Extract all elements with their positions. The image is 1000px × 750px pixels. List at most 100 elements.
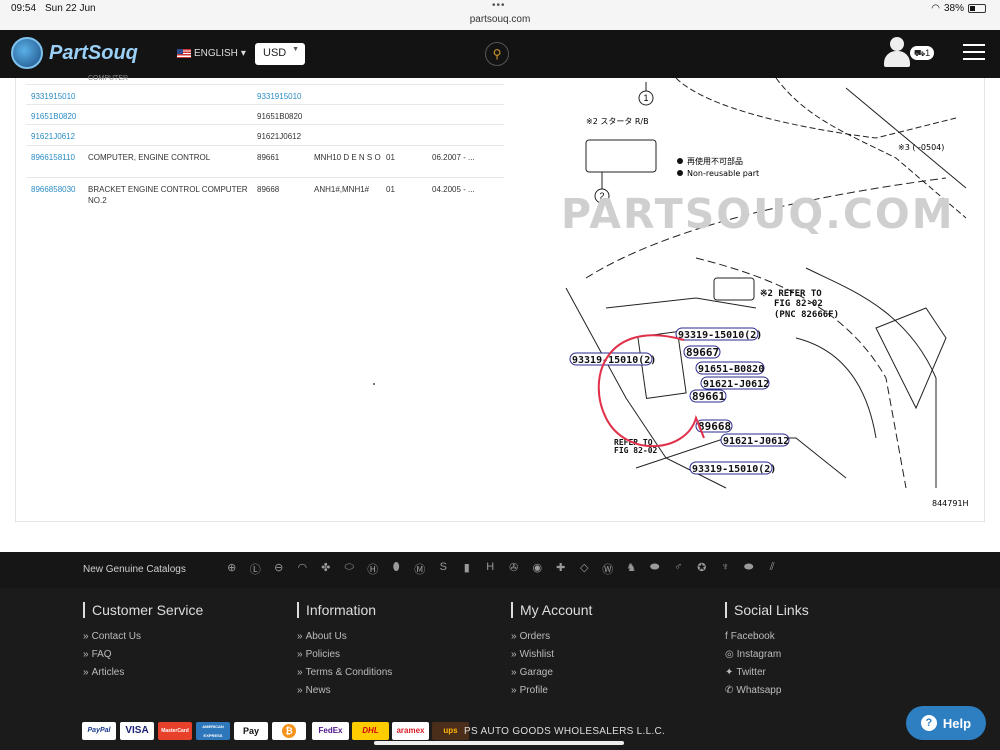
subaru-logo-icon[interactable]: ⬭	[338, 561, 362, 577]
volvo-logo-icon[interactable]: ♂	[667, 561, 691, 577]
chrysler-logo-icon[interactable]: ✪	[690, 561, 714, 577]
currency-select[interactable]: USD ▼	[255, 43, 305, 65]
footer-link-twitter[interactable]: ✦ Twitter	[725, 668, 809, 678]
callout-1: 1	[643, 93, 648, 103]
lexus-logo-icon[interactable]: Ⓛ	[244, 561, 268, 577]
address-url[interactable]: partsouq.com	[0, 14, 1000, 25]
logo-emblem-icon	[11, 37, 43, 69]
battery-icon	[968, 4, 986, 13]
parts-diagram[interactable]: 1 2 ※2 スタータ R/B ※3 ( -0504) 再使用不可部品 Non-…	[546, 77, 976, 518]
footer-heading: Information	[297, 602, 392, 618]
footer-my-account: My Account » Orders » Wishlist » Garage » Pr…	[511, 602, 592, 704]
mercedes-logo-icon[interactable]: ✇	[502, 561, 526, 577]
multitask-dots-icon[interactable]: •••	[492, 0, 506, 11]
user-account-icon[interactable]	[882, 37, 912, 71]
toyota-logo-icon[interactable]: ⊕	[220, 561, 244, 577]
aramex-logo: aramex	[392, 722, 429, 740]
battery-percent: 38%	[943, 3, 964, 14]
ios-status-bar: 09:54 Sun 22 Jun ••• partsouq.com ◠ 38%	[0, 0, 1000, 30]
twitter-icon: ✦	[725, 667, 734, 678]
infiniti-logo-icon[interactable]: ◠	[291, 561, 315, 577]
footer-link-whatsapp[interactable]: ✆ Whatsapp	[725, 686, 809, 696]
visa-logo: VISA	[120, 722, 154, 740]
volkswagen-logo-icon[interactable]: Ⓦ	[596, 561, 620, 577]
part-number-link[interactable]: 8966858030	[31, 184, 76, 195]
label-91621-b: 91621-J0612	[723, 436, 789, 447]
search-icon[interactable]: ⚲	[485, 42, 509, 66]
footer-link-facebook[interactable]: f Facebook	[725, 632, 809, 642]
status-right: ◠ 38%	[931, 3, 986, 14]
isuzu-logo-icon[interactable]: ⫽	[761, 561, 785, 577]
part-qty: 01	[386, 185, 395, 194]
footer-link-about[interactable]: » About Us	[297, 632, 392, 642]
footer-link-articles[interactable]: » Articles	[83, 668, 203, 678]
chevrolet-logo-icon[interactable]: ✚	[549, 561, 573, 577]
footer-link-instagram[interactable]: ◎ Instagram	[725, 650, 809, 660]
footer-link-wishlist[interactable]: » Wishlist	[511, 650, 592, 660]
part-code: 91651B0820	[257, 112, 303, 121]
hamburger-menu-icon[interactable]	[963, 44, 985, 62]
footer-link-orders[interactable]: » Orders	[511, 632, 592, 642]
footer-link-terms[interactable]: » Terms & Conditions	[297, 668, 392, 678]
peugeot-logo-icon[interactable]: ♞	[620, 561, 644, 577]
footer-link-news[interactable]: » News	[297, 686, 392, 696]
cart-button[interactable]: ⛟1	[910, 46, 934, 60]
footer-link-garage[interactable]: » Garage	[511, 668, 592, 678]
currency-value: USD	[263, 47, 287, 59]
partsouq-logo[interactable]: PartSouq	[11, 37, 138, 69]
footer-link-policies[interactable]: » Policies	[297, 650, 392, 660]
table-row[interactable]: 8966158110 COMPUTER, ENGINE CONTROL 8966…	[26, 145, 504, 177]
part-code: 89661	[257, 153, 280, 162]
part-name: COMPUTER, ENGINE CONTROL	[88, 153, 211, 162]
honda-logo-icon[interactable]: H	[479, 561, 503, 577]
renault-logo-icon[interactable]: ◇	[573, 561, 597, 577]
kia-logo-icon[interactable]: ⬮	[385, 561, 409, 577]
legend-jp: 再使用不可部品	[687, 156, 743, 166]
cart-icon: ⛟	[913, 48, 926, 58]
brand-logos: ⊕ Ⓛ ⊖ ◠ ✤ ⬭ Ⓗ ⬮ Ⓜ S ▮ H ✇ ◉ ✚ ◇ Ⓦ ♞ ⬬ ♂ …	[220, 561, 784, 577]
home-indicator[interactable]	[374, 741, 624, 745]
watermark-text: PARTSOUQ.COM	[561, 190, 955, 238]
part-number-link[interactable]: 9331915010	[31, 91, 76, 102]
footer-customer-service: Customer Service » Contact Us » FAQ » Artic…	[83, 602, 203, 686]
diagram-drawing: 1 2 ※2 スタータ R/B ※3 ( -0504) 再使用不可部品 Non-…	[565, 77, 969, 508]
part-code[interactable]: 9331915010	[257, 91, 302, 102]
part-number-link[interactable]: 8966158110	[31, 152, 75, 163]
table-row[interactable]: 8966858030 BRACKET ENGINE CONTROL COMPUT…	[26, 177, 504, 211]
footer-social: Social Links f Facebook ◎ Instagram ✦ Twitt…	[725, 602, 809, 704]
nissan-logo-icon[interactable]: ⊖	[267, 561, 291, 577]
bmw-logo-icon[interactable]: ◉	[526, 561, 550, 577]
part-name: BRACKET ENGINE CONTROL COMPUTER NO.2	[88, 185, 248, 205]
amex-logo: AMERICAN EXPRESS	[196, 722, 230, 740]
help-button[interactable]: ? Help	[906, 706, 986, 740]
gmc-logo-icon[interactable]: ▮	[455, 561, 479, 577]
footer-link-faq[interactable]: » FAQ	[83, 650, 203, 660]
language-selector[interactable]: ENGLISH ▾	[177, 48, 246, 59]
suzuki-logo-icon[interactable]: S	[432, 561, 456, 577]
citroen-logo-icon[interactable]: ♆	[714, 561, 738, 577]
mastercard-logo: MasterCard	[158, 722, 192, 740]
table-row[interactable]: 91651B0820 91651B0820	[26, 104, 504, 124]
payment-methods: PayPal VISA MasterCard AMERICAN EXPRESS …	[82, 722, 306, 740]
footer-link-profile[interactable]: » Profile	[511, 686, 592, 696]
mitsubishi-logo-icon[interactable]: ✤	[314, 561, 338, 577]
dodge-logo-icon[interactable]: ⬬	[737, 561, 761, 577]
part-number-link[interactable]: 91621J0612	[31, 131, 75, 142]
legend-en: Non-reusable part	[687, 169, 759, 178]
ford-logo-icon[interactable]: ⬬	[643, 561, 667, 577]
facebook-icon: f	[725, 631, 728, 642]
brands-label: New Genuine Catalogs	[83, 564, 186, 575]
label-91651: 91651-B0820	[698, 364, 764, 375]
wifi-icon: ◠	[931, 3, 940, 14]
table-row[interactable]: 91621J0612 91621J0612	[26, 124, 504, 145]
mazda-logo-icon[interactable]: Ⓜ	[408, 561, 432, 577]
label-89667: 89667	[686, 346, 719, 359]
part-number-link[interactable]: 91651B0820	[31, 111, 76, 122]
footer-link-contact[interactable]: » Contact Us	[83, 632, 203, 642]
table-row[interactable]: 9331915010 9331915010	[26, 84, 504, 104]
hyundai-logo-icon[interactable]: Ⓗ	[361, 561, 385, 577]
stray-dot	[373, 383, 375, 385]
part-model: MNH10 D E N S O	[314, 153, 381, 162]
label-89668: 89668	[698, 420, 731, 433]
parts-table: COMPUTER 9331915010 9331915010 91651B082…	[26, 75, 504, 211]
